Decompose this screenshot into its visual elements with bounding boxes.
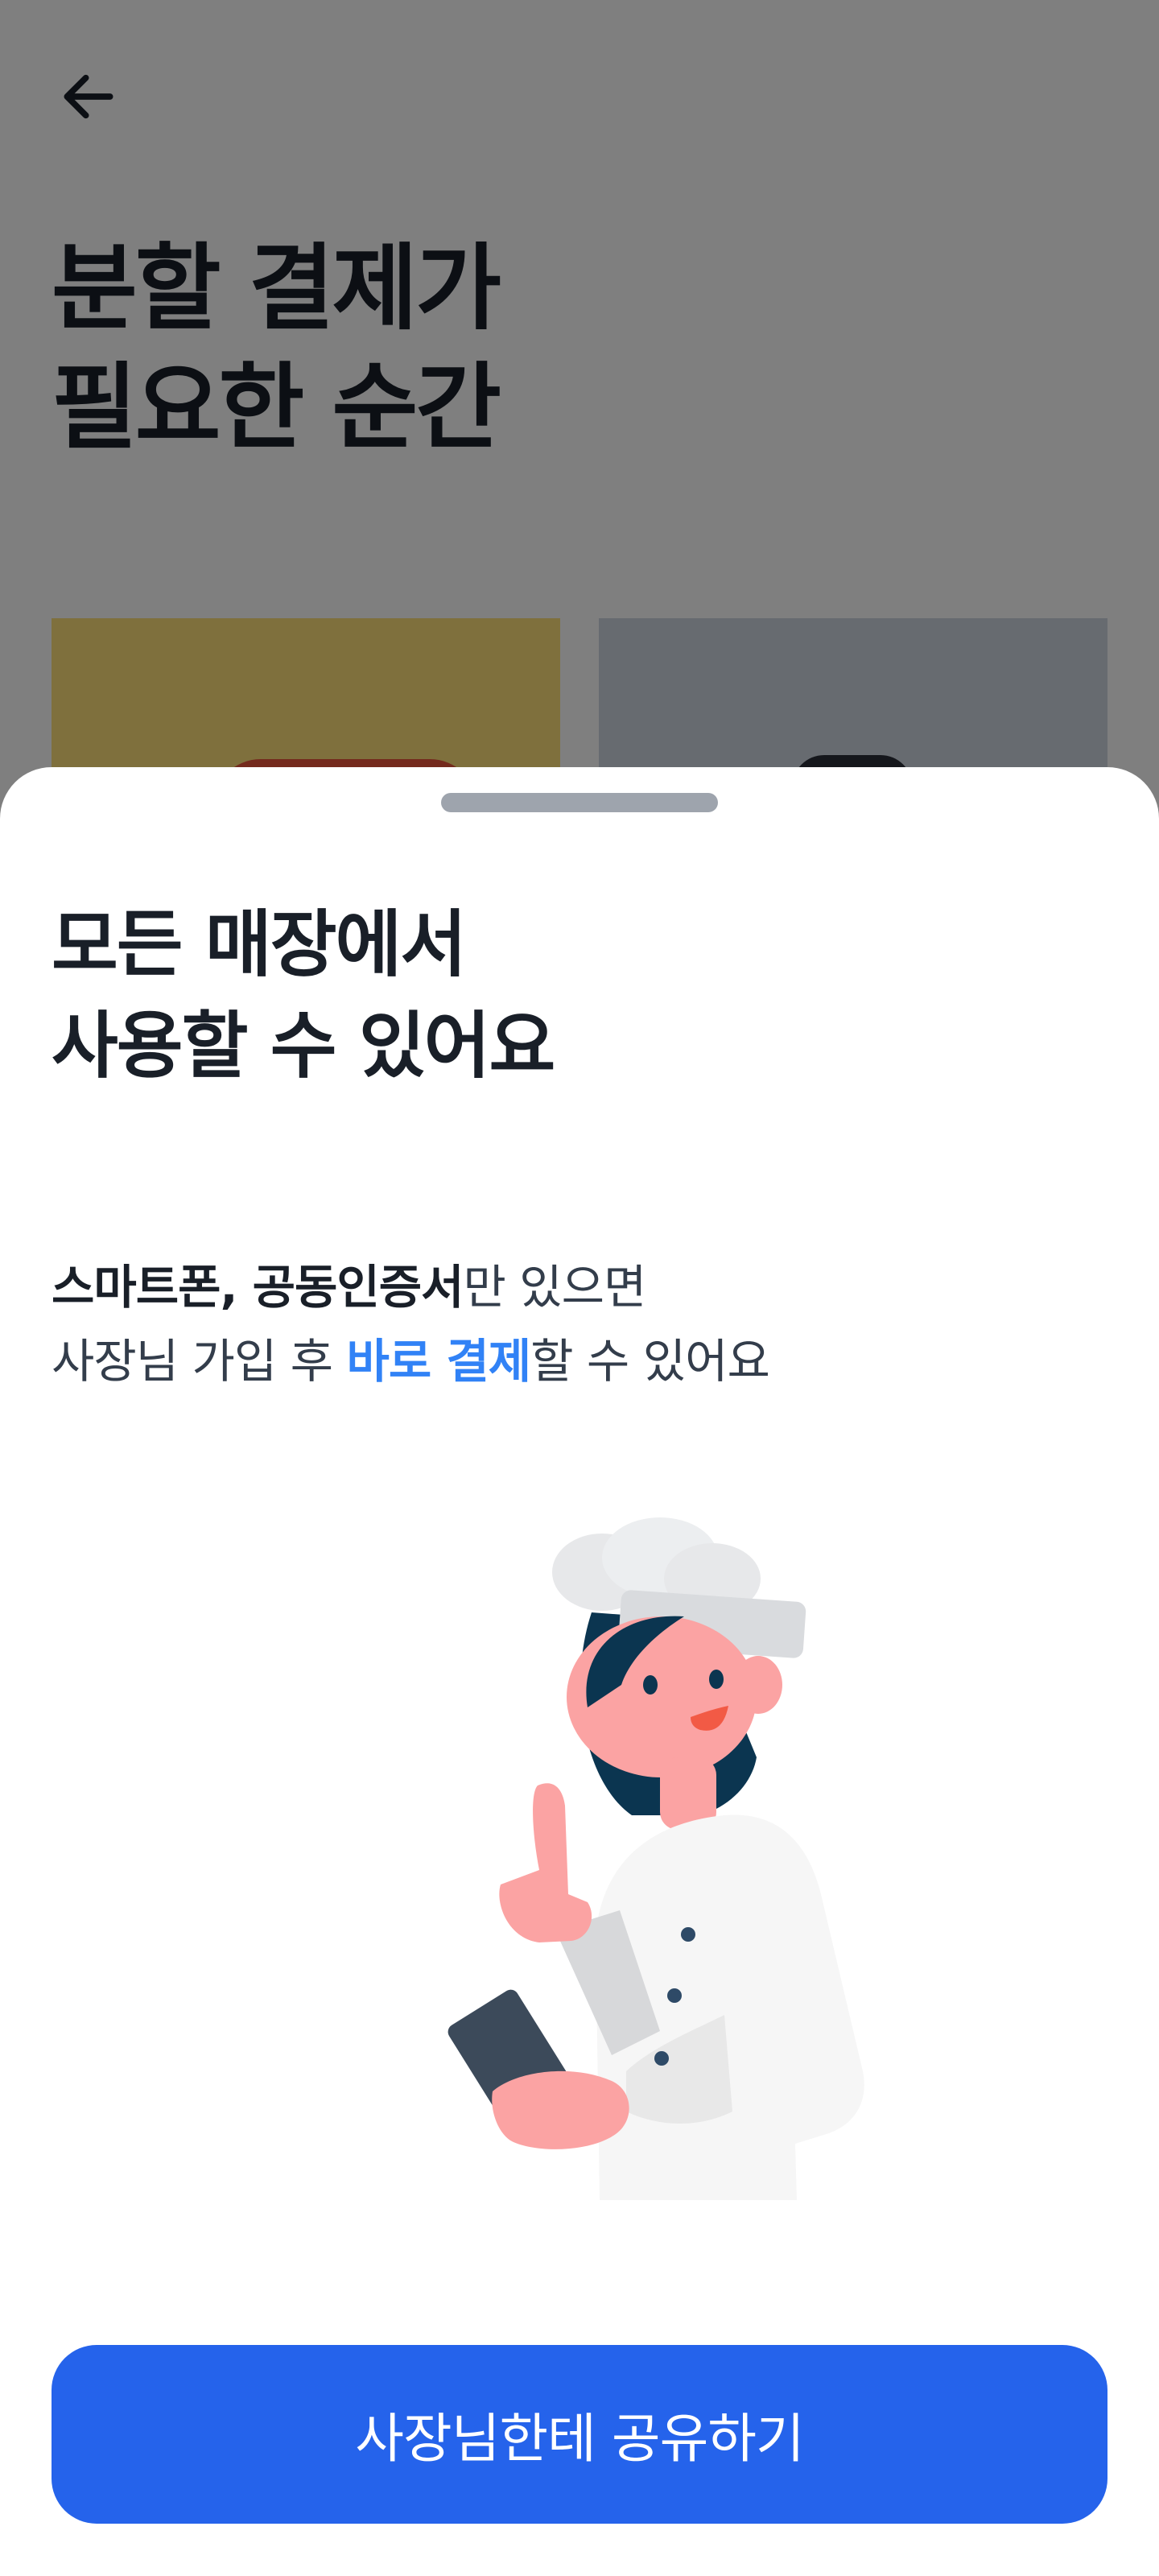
description-text: 만 있으면 xyxy=(463,1260,646,1315)
sheet-title-line1: 모든 매장에서 xyxy=(52,902,467,987)
drag-handle[interactable] xyxy=(441,793,718,812)
bottom-sheet: 모든 매장에서 사용할 수 있어요 스마트폰, 공동인증서만 있으면 사장님 가… xyxy=(0,767,1159,2576)
sheet-title: 모든 매장에서 사용할 수 있어요 xyxy=(52,894,555,1097)
description-text: 할 수 있어요 xyxy=(530,1334,770,1389)
description-line1: 스마트폰, 공동인증서만 있으면 xyxy=(52,1250,769,1324)
chef-illustration xyxy=(448,1517,864,2200)
description-line2: 사장님 가입 후 바로 결제할 수 있어요 xyxy=(52,1324,770,1398)
sheet-description: 스마트폰, 공동인증서만 있으면 사장님 가입 후 바로 결제할 수 있어요 xyxy=(52,1250,770,1398)
sheet-title-line2: 사용할 수 있어요 xyxy=(52,1004,555,1088)
description-bold-text: 스마트폰, 공동인증서 xyxy=(52,1260,464,1315)
share-with-owner-button[interactable]: 사장님한테 공유하기 xyxy=(52,2345,1107,2524)
description-text: 사장님 가입 후 xyxy=(52,1334,347,1389)
description-highlight: 바로 결제 xyxy=(346,1334,531,1389)
